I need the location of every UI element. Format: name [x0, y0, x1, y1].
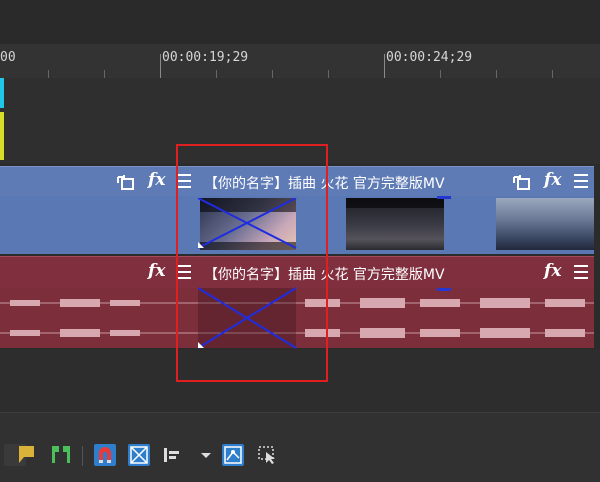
lock-envelopes-icon[interactable] — [222, 444, 244, 466]
ruler-tick — [440, 70, 441, 78]
ruler-tick — [384, 54, 385, 78]
menu-icon[interactable] — [574, 174, 588, 188]
video-thumbnail — [346, 198, 444, 250]
ruler-tick — [552, 70, 553, 78]
select-tool-icon[interactable] — [256, 444, 278, 466]
dropdown-arrow-icon[interactable] — [196, 444, 218, 466]
fx-icon[interactable]: fx — [544, 263, 561, 280]
fx-icon[interactable]: fx — [148, 263, 165, 280]
marker-icon[interactable] — [16, 444, 38, 466]
clip-edge-marker — [437, 288, 451, 291]
clip-edge-marker — [437, 196, 451, 199]
ruler-label-1: 00 — [0, 50, 16, 65]
ruler-tick — [48, 70, 49, 78]
timeline-ruler[interactable] — [0, 44, 600, 79]
ruler-label-2: 00:00:19;29 — [162, 50, 249, 65]
track-motion-icon[interactable] — [512, 173, 532, 195]
toolbar-separator — [82, 446, 83, 466]
ruler-tick — [104, 70, 105, 78]
snap-magnet-icon[interactable] — [94, 444, 116, 466]
fx-icon[interactable]: fx — [544, 172, 561, 189]
fx-icon[interactable]: fx — [148, 172, 165, 189]
ruler-tick — [216, 70, 217, 78]
menu-icon[interactable] — [574, 265, 588, 279]
ruler-label-3: 00:00:24;29 — [386, 50, 473, 65]
ruler-tick — [328, 70, 329, 78]
auto-crossfade-icon[interactable] — [128, 444, 150, 466]
ruler-tick — [496, 70, 497, 78]
ruler-tick — [160, 54, 161, 78]
track-marker-yellow — [0, 112, 4, 160]
bottom-toolbar — [0, 412, 600, 482]
region-icon[interactable] — [50, 444, 72, 466]
top-band — [0, 0, 600, 44]
highlight-box — [176, 144, 328, 382]
video-thumbnail — [496, 198, 594, 250]
track-marker-cyan — [0, 78, 4, 108]
ruler-tick — [272, 70, 273, 78]
ripple-edit-icon[interactable] — [160, 444, 182, 466]
track-motion-icon[interactable] — [116, 173, 136, 195]
